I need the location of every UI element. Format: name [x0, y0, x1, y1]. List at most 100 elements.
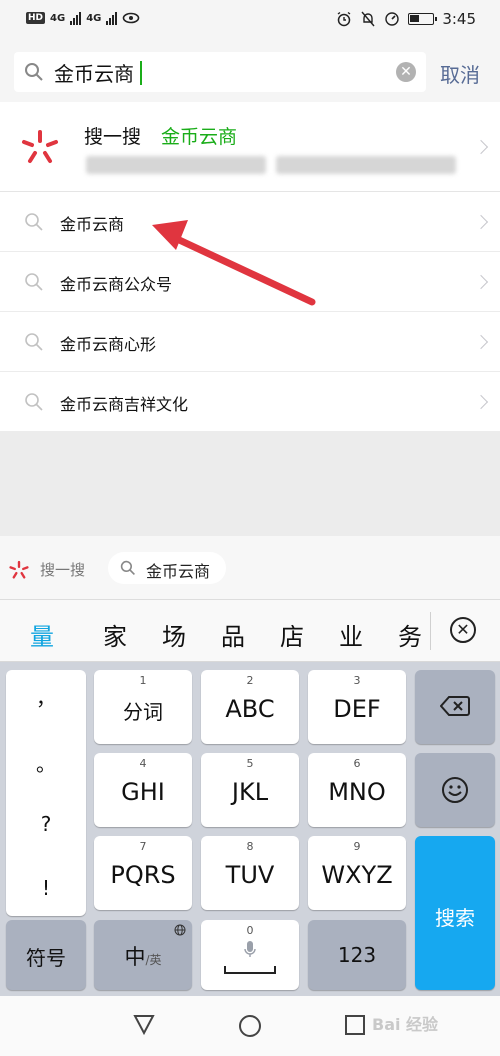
candidate-word[interactable]: 品 — [221, 617, 245, 652]
numbers-key[interactable]: 123 — [308, 920, 406, 990]
symbols-key-label: 符号 — [26, 946, 66, 970]
watermark: Bai 经验 — [372, 1015, 439, 1034]
candidate-divider — [430, 612, 431, 650]
backspace-icon — [440, 696, 470, 716]
clear-icon[interactable]: ✕ — [396, 62, 416, 82]
space-bar-icon — [224, 966, 276, 974]
strip-search-chip[interactable]: 金币云商 — [108, 552, 226, 584]
punct-key[interactable]: ? — [6, 812, 86, 836]
network-type-1: 4G — [50, 12, 66, 24]
chevron-right-icon — [473, 394, 489, 410]
key-2[interactable]: 2 ABC — [201, 670, 299, 744]
suggestion-label: 金币云商心形 — [60, 335, 157, 354]
punct-key[interactable]: 。 — [6, 748, 86, 777]
key-9[interactable]: 9 WXYZ — [308, 836, 406, 910]
language-switch-key[interactable]: 中/英 — [94, 920, 192, 990]
search-key[interactable]: 搜索 — [415, 836, 495, 990]
suggestion-label: 金币云商吉祥文化 — [60, 395, 189, 414]
chevron-right-icon — [473, 214, 489, 230]
strip-chip-text: 金币云商 — [146, 562, 211, 581]
candidate-word[interactable]: 场 — [162, 617, 186, 652]
smiley-icon — [442, 777, 468, 803]
sousou-result-row[interactable]: 搜一搜 金币云商 — [0, 102, 500, 192]
emoji-key[interactable] — [415, 753, 495, 827]
nine-key-keyboard: ， 。 ? ! 1 分词 2 ABC 3 DEF 4 GHI 5 JKL 6 M… — [0, 662, 500, 996]
candidate-bar: 量 家 场 品 店 业 务 ✕ — [0, 600, 500, 662]
punct-key[interactable]: ! — [6, 876, 86, 900]
battery-fill — [410, 15, 420, 22]
mute-bell-icon — [361, 11, 375, 27]
key-label: WXYZ — [321, 861, 393, 889]
symbols-key[interactable]: 符号 — [6, 920, 86, 990]
keyboard-suggestion-strip: 搜一搜 金币云商 — [0, 536, 500, 600]
network-type-2: 4G — [86, 12, 102, 24]
sousou-logo-icon — [9, 560, 29, 579]
suggestion-item[interactable]: 金币云商心形 — [0, 312, 500, 372]
key-number: 3 — [353, 674, 361, 687]
key-label: PQRS — [110, 861, 176, 889]
strip-sousou-label[interactable]: 搜一搜 — [40, 559, 85, 580]
candidate-word[interactable]: 业 — [339, 617, 363, 652]
search-icon — [25, 63, 43, 81]
cancel-button[interactable]: 取消 — [440, 59, 480, 88]
key-7[interactable]: 7 PQRS — [94, 836, 192, 910]
backspace-key[interactable] — [415, 670, 495, 744]
status-left: HD 4G 4G — [26, 11, 140, 25]
key-number: 5 — [246, 757, 254, 770]
candidate-word[interactable]: 量 — [30, 617, 54, 652]
chevron-right-icon — [473, 139, 489, 155]
key-3[interactable]: 3 DEF — [308, 670, 406, 744]
close-candidates-icon[interactable]: ✕ — [450, 617, 476, 643]
alarm-icon — [337, 11, 351, 27]
key-number: 8 — [246, 840, 254, 853]
clock: 3:45 — [442, 10, 476, 28]
candidate-word[interactable]: 务 — [398, 617, 422, 652]
key-6[interactable]: 6 MNO — [308, 753, 406, 827]
search-box[interactable]: ✕ — [14, 52, 426, 92]
blurred-description-2 — [276, 156, 456, 174]
chevron-right-icon — [473, 274, 489, 290]
search-icon — [25, 273, 43, 291]
search-icon — [25, 333, 43, 351]
space-key[interactable]: 0 — [201, 920, 299, 990]
suggestion-item[interactable]: 金币云商 — [0, 192, 500, 252]
key-label: JKL — [231, 778, 269, 806]
navigation-bar: Bai 经验 — [0, 996, 500, 1056]
numbers-key-label: 123 — [337, 943, 377, 967]
candidate-word[interactable]: 家 — [103, 617, 127, 652]
back-icon[interactable] — [132, 1014, 156, 1036]
search-icon — [25, 393, 43, 411]
speed-gauge-icon — [385, 12, 400, 26]
key-8[interactable]: 8 TUV — [201, 836, 299, 910]
sousou-logo-icon — [22, 130, 58, 163]
home-icon[interactable] — [238, 1014, 262, 1038]
search-icon — [120, 560, 135, 575]
key-5[interactable]: 5 JKL — [201, 753, 299, 827]
key-number: 1 — [139, 674, 147, 687]
blurred-description — [86, 156, 266, 174]
sousou-title: 搜一搜 — [84, 126, 142, 148]
suggestion-item[interactable]: 金币云商公众号 — [0, 252, 500, 312]
key-number: 0 — [246, 924, 254, 937]
punct-key[interactable]: ， — [6, 682, 86, 711]
recents-icon[interactable] — [344, 1014, 366, 1036]
text-caret — [140, 61, 142, 85]
chevron-right-icon — [473, 334, 489, 350]
lang-alt: /英 — [145, 953, 162, 967]
key-1[interactable]: 1 分词 — [94, 670, 192, 744]
key-number: 7 — [139, 840, 147, 853]
key-4[interactable]: 4 GHI — [94, 753, 192, 827]
search-results: 搜一搜 金币云商 金币云商 金币云商公众号 金币云商心形 金币云商吉祥文化 — [0, 102, 500, 432]
search-input[interactable] — [54, 58, 394, 86]
key-number: 2 — [246, 674, 254, 687]
suggestion-item[interactable]: 金币云商吉祥文化 — [0, 372, 500, 432]
candidate-word[interactable]: 店 — [280, 617, 304, 652]
key-label: 分词 — [123, 700, 163, 724]
key-number: 6 — [353, 757, 361, 770]
hd-badge: HD — [26, 12, 46, 24]
sousou-keyword: 金币云商 — [161, 126, 238, 148]
eye-icon — [123, 12, 140, 24]
key-label: MNO — [328, 778, 386, 806]
key-label: TUV — [225, 861, 275, 889]
search-header: ✕ 取消 — [0, 40, 500, 102]
